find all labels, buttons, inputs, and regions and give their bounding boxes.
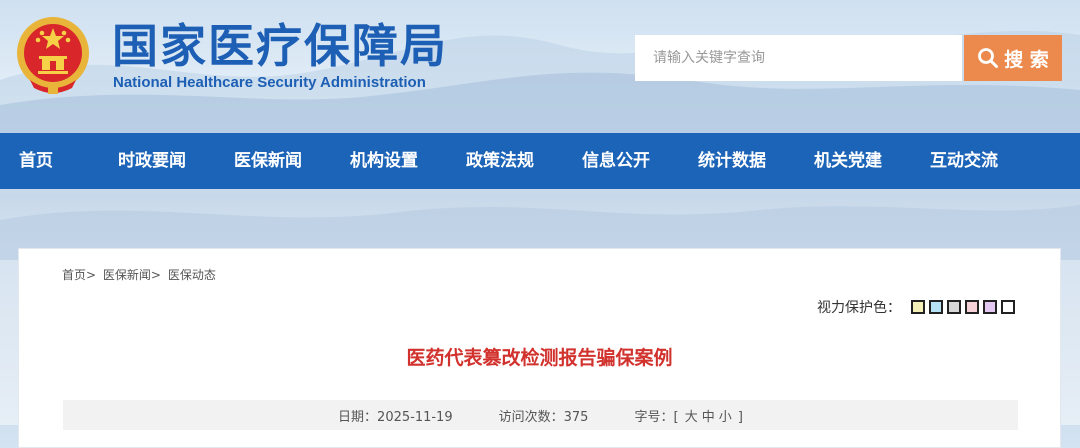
main-nav: 首页 时政要闻 医保新闻 机构设置 政策法规 信息公开 统计数据 机关党建 互动…	[0, 133, 1080, 189]
nav-item-interaction[interactable]: 互动交流	[906, 133, 1022, 189]
eye-protection-label: 视力保护色：	[817, 300, 901, 316]
color-swatch-white[interactable]	[1001, 300, 1015, 314]
article-title: 医药代表篡改检测报告骗保案例	[406, 347, 673, 369]
color-swatch-purple[interactable]	[983, 300, 997, 314]
breadcrumb-separator: >	[86, 268, 97, 282]
breadcrumb-separator: >	[150, 268, 161, 282]
font-bracket-close: ]	[737, 409, 743, 425]
nav-item-home[interactable]: 首页	[0, 133, 94, 189]
nav-item-policy[interactable]: 政策法规	[442, 133, 558, 189]
nav-item-news[interactable]: 医保新闻	[210, 133, 326, 189]
date-value: 2025-11-19	[377, 409, 453, 425]
nav-item-statistics[interactable]: 统计数据	[674, 133, 790, 189]
visits-value: 375	[563, 409, 589, 425]
color-swatch-yellow[interactable]	[911, 300, 925, 314]
eye-protection-colors: 视力保护色：	[817, 297, 1015, 317]
search-icon	[978, 48, 999, 68]
breadcrumb-dynamics[interactable]: 医保动态	[168, 268, 216, 282]
visits-label: 访问次数：	[498, 409, 564, 425]
search-button[interactable]: 搜 索	[964, 35, 1062, 81]
font-bracket-open: [	[673, 409, 679, 425]
breadcrumb-news[interactable]: 医保新闻	[103, 268, 151, 282]
site-header: 国家医疗保障局 National Healthcare Security Adm…	[0, 0, 1080, 133]
nav-item-organization[interactable]: 机构设置	[326, 133, 442, 189]
breadcrumb-home[interactable]: 首页	[62, 268, 86, 282]
breadcrumb: 首页> 医保新闻> 医保动态	[62, 266, 216, 283]
search-button-label: 搜 索	[1004, 48, 1049, 71]
font-size-medium[interactable]: 中	[702, 410, 715, 425]
color-swatch-blue[interactable]	[929, 300, 943, 314]
article-panel: 首页> 医保新闻> 医保动态 视力保护色： 医药代表篡改检测报告骗保案例 日期：…	[18, 248, 1061, 448]
site-title: 国家医疗保障局	[112, 19, 448, 73]
article-meta-bar: 日期：2025-11-19 访问次数：375 字号：[ 大中小 ]	[63, 400, 1018, 430]
nav-item-party[interactable]: 机关党建	[790, 133, 906, 189]
color-swatch-gray[interactable]	[947, 300, 961, 314]
nav-item-disclosure[interactable]: 信息公开	[558, 133, 674, 189]
font-size-controls: 字号：[ 大中小 ]	[634, 406, 743, 425]
article-visits: 访问次数：375	[499, 406, 589, 425]
date-label: 日期：	[338, 409, 378, 425]
color-swatch-pink[interactable]	[965, 300, 979, 314]
search-input[interactable]	[635, 35, 962, 81]
nav-item-politics[interactable]: 时政要闻	[94, 133, 210, 189]
national-emblem-icon	[17, 17, 89, 94]
article-date: 日期：2025-11-19	[338, 406, 453, 425]
font-size-label: 字号：	[634, 409, 674, 425]
site-subtitle-en: National Healthcare Security Administrat…	[113, 74, 426, 91]
font-size-small[interactable]: 小	[719, 410, 732, 425]
font-size-large[interactable]: 大	[685, 410, 698, 425]
